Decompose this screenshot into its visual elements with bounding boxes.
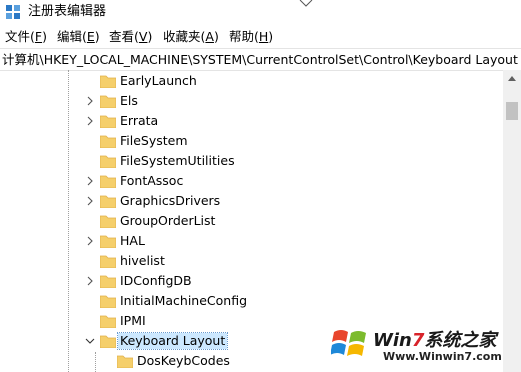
tree-node-label: HAL <box>120 233 145 248</box>
folder-icon <box>100 195 116 208</box>
folder-icon <box>100 175 116 188</box>
tree-node-label: GraphicsDrivers <box>120 193 221 208</box>
tree-node-label: DosKeybCodes <box>137 353 230 368</box>
chevron-right-icon[interactable] <box>85 115 95 127</box>
cursor-icon <box>299 0 313 7</box>
menu-bar: 文件(F) 编辑(E) 查看(V) 收藏夹(A) 帮助(H) <box>0 25 521 47</box>
tree-node-label: IDConfigDB <box>120 273 192 288</box>
folder-icon <box>100 215 116 228</box>
address-bar[interactable]: 计算机\HKEY_LOCAL_MACHINE\SYSTEM\CurrentCon… <box>0 48 521 71</box>
windows-logo-icon <box>331 330 366 356</box>
watermark-url: Www.Winwin7.com <box>383 350 502 363</box>
chevron-right-icon[interactable] <box>85 235 95 247</box>
folder-icon <box>100 235 116 248</box>
chevron-right-icon[interactable] <box>85 175 95 187</box>
chevron-down-icon[interactable] <box>85 335 95 347</box>
tree-node-grouporderlist[interactable]: GroupOrderList <box>0 211 503 231</box>
folder-icon <box>100 155 116 168</box>
menu-view[interactable]: 查看(V) <box>109 29 152 44</box>
tree-node-hal[interactable]: HAL <box>0 231 503 251</box>
tree-node-label: IPMI <box>120 313 146 328</box>
title-bar: 注册表编辑器 <box>0 0 521 24</box>
tree-node-label: Els <box>120 93 138 108</box>
tree-node-initialmachineconfig[interactable]: InitialMachineConfig <box>0 291 503 311</box>
tree-node-filesystem[interactable]: FileSystem <box>0 131 503 151</box>
window-title: 注册表编辑器 <box>28 4 107 19</box>
tree-node-label: hivelist <box>120 253 165 268</box>
folder-icon <box>117 355 133 368</box>
menu-favorites[interactable]: 收藏夹(A) <box>163 29 219 44</box>
tree-node-hivelist[interactable]: hivelist <box>0 251 503 271</box>
folder-icon <box>100 255 116 268</box>
watermark: Win7系统之家 Www.Winwin7.com <box>325 320 521 372</box>
tree-node-graphicsdrivers[interactable]: GraphicsDrivers <box>0 191 503 211</box>
tree-node-errata[interactable]: Errata <box>0 111 503 131</box>
tree-node-label: Keyboard Layout <box>116 332 229 350</box>
watermark-brand: Win7系统之家 <box>373 330 497 351</box>
tree-node-idconfigdb[interactable]: IDConfigDB <box>0 271 503 291</box>
address-path[interactable]: 计算机\HKEY_LOCAL_MACHINE\SYSTEM\CurrentCon… <box>2 52 518 67</box>
folder-icon <box>100 135 116 148</box>
folder-icon <box>100 315 116 328</box>
menu-help[interactable]: 帮助(H) <box>229 29 273 44</box>
tree-node-label: GroupOrderList <box>120 213 216 228</box>
folder-icon <box>100 275 116 288</box>
folder-icon <box>100 115 116 128</box>
chevron-right-icon[interactable] <box>85 275 95 287</box>
tree-node-label: InitialMachineConfig <box>120 293 248 308</box>
tree-node-label: FileSystemUtilities <box>120 153 235 168</box>
tree-node-label: Errata <box>120 113 159 128</box>
chevron-right-icon[interactable] <box>85 195 95 207</box>
menu-file[interactable]: 文件(F) <box>5 29 47 44</box>
chevron-right-icon[interactable] <box>85 95 95 107</box>
folder-icon <box>100 295 116 308</box>
folder-icon <box>100 75 116 88</box>
menu-edit[interactable]: 编辑(E) <box>57 29 100 44</box>
tree-node-filesystemutilities[interactable]: FileSystemUtilities <box>0 151 503 171</box>
tree-node-label: FileSystem <box>120 133 188 148</box>
scroll-up-arrow-icon[interactable] <box>503 70 521 87</box>
tree-node-fontassoc[interactable]: FontAssoc <box>0 171 503 191</box>
tree-node-els[interactable]: Els <box>0 91 503 111</box>
tree-node-label: FontAssoc <box>120 173 184 188</box>
tree-node-label: EarlyLaunch <box>120 73 197 88</box>
registry-editor-icon <box>6 5 20 19</box>
folder-icon <box>100 335 116 348</box>
tree-node-earlylaunch[interactable]: EarlyLaunch <box>0 71 503 91</box>
scrollbar-thumb[interactable] <box>506 102 518 120</box>
folder-icon <box>100 95 116 108</box>
